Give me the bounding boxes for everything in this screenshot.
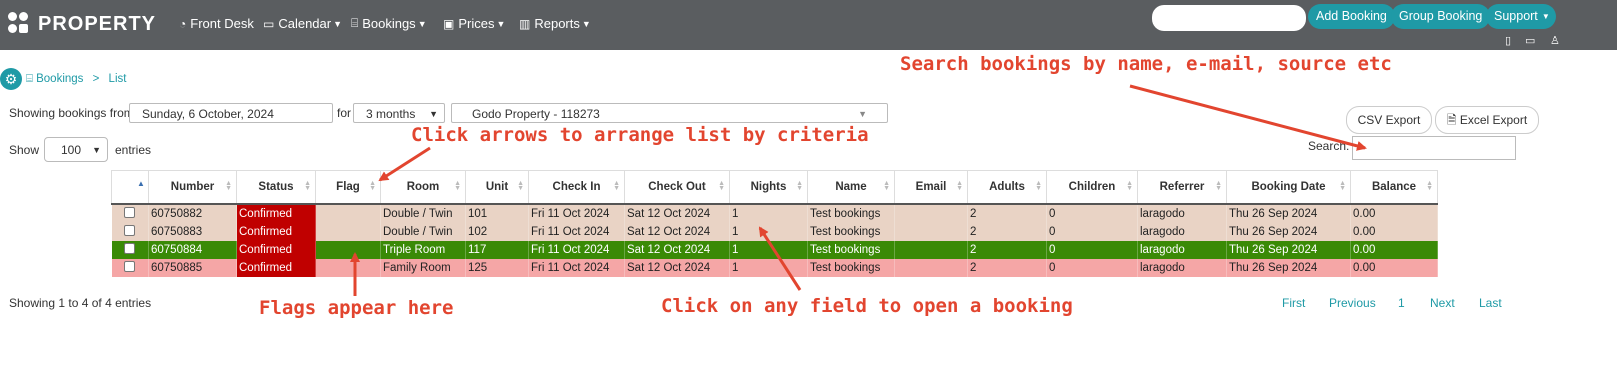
- arrow-to-sort: [378, 146, 431, 182]
- arrow-to-search: [1129, 84, 1367, 151]
- arrow-to-field: [758, 226, 802, 291]
- annotation-arrows: [350, 84, 1367, 296]
